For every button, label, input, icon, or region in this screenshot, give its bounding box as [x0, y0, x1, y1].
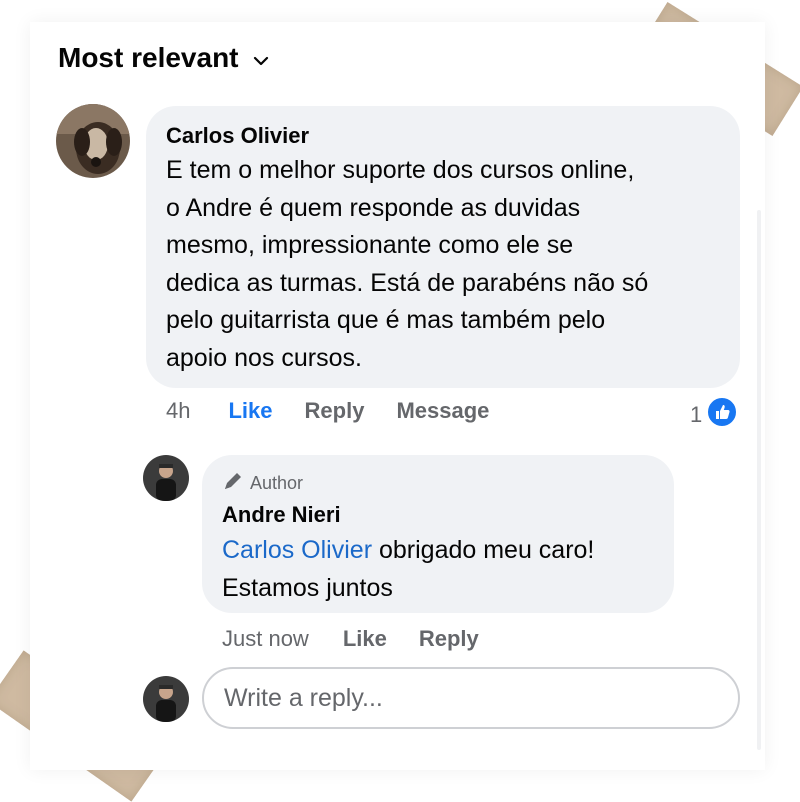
comment-author[interactable]: Carlos Olivier — [166, 123, 309, 149]
comment-bubble: Carlos Olivier E tem o melhor suporte do… — [146, 106, 740, 388]
comment-actions: 4h Like Reply Message — [166, 398, 489, 424]
author-badge: Author — [222, 470, 303, 497]
comment-line: o Andre é quem responde as duvidas — [166, 193, 581, 222]
thumbs-up-icon — [706, 396, 739, 434]
reply-button[interactable]: Reply — [419, 626, 479, 652]
comment-text: E tem o melhor suporte dos cursos online… — [166, 152, 736, 377]
comment-line: dedica as turmas. Está de parabéns não s… — [166, 268, 649, 297]
reply-timestamp[interactable]: Just now — [222, 626, 309, 652]
reply-input-placeholder: Write a reply... — [224, 683, 383, 712]
comment-line: pelo guitarrista que é mas também pelo — [166, 306, 606, 334]
reply-input[interactable]: Write a reply... — [202, 667, 740, 729]
author-badge-label: Author — [250, 473, 304, 493]
like-button[interactable]: Like — [343, 626, 387, 652]
sort-dropdown[interactable]: Most relevant — [58, 42, 269, 74]
reply-author[interactable]: Andre Nieri — [222, 502, 341, 528]
reply-button[interactable]: Reply — [305, 398, 365, 424]
comment-line: E tem o melhor suporte dos cursos online… — [166, 156, 635, 184]
reply-text: Carlos Olivier obrigado meu caro! Estamo… — [222, 532, 672, 607]
sort-label: Most relevant — [58, 42, 239, 73]
like-button[interactable]: Like — [228, 398, 272, 424]
avatar-carlos[interactable] — [56, 104, 130, 178]
message-button[interactable]: Message — [396, 398, 489, 424]
reply-line: Estamos juntos — [222, 573, 393, 602]
reaction-summary[interactable]: 1 — [690, 396, 739, 434]
reply-line: Carlos Olivier obrigado meu caro! — [222, 532, 672, 570]
scrollbar[interactable] — [757, 210, 761, 750]
chevron-down-icon — [253, 42, 269, 74]
reaction-count: 1 — [690, 402, 703, 427]
mention-link[interactable]: Carlos Olivier — [222, 536, 372, 564]
reply-actions: Just now Like Reply — [222, 626, 479, 652]
reply-bubble: Author Andre Nieri Carlos Olivier obriga… — [202, 455, 674, 613]
comment-timestamp[interactable]: 4h — [166, 398, 190, 424]
pen-icon — [222, 470, 244, 497]
avatar-andre[interactable] — [143, 455, 189, 501]
comment-line: apoio nos cursos. — [166, 343, 362, 372]
avatar-current-user — [143, 676, 189, 722]
comment-line: mesmo, impressionante como ele se — [166, 231, 574, 259]
reply-line-rest: obrigado meu caro! — [372, 536, 595, 564]
